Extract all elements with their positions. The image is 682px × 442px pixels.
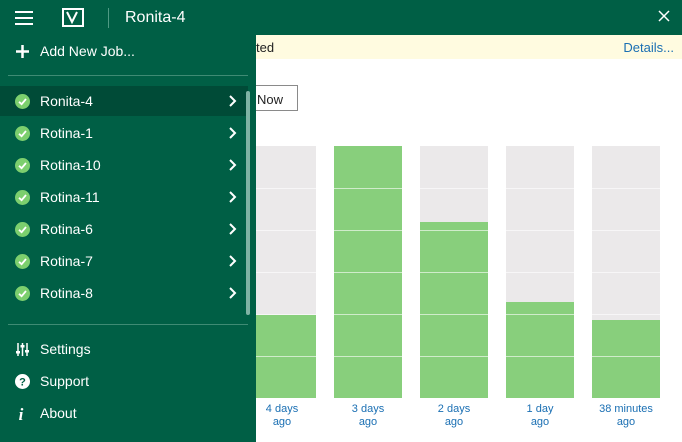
run-now-label: Now xyxy=(257,92,284,107)
chevron-right-icon xyxy=(229,255,237,267)
x-label-line: ago xyxy=(444,416,464,428)
close-icon xyxy=(658,10,670,22)
job-label: Rotina-6 xyxy=(40,221,93,237)
check-circle-icon xyxy=(15,190,30,205)
sidebar-item-support[interactable]: ? Support xyxy=(0,366,248,396)
chart-bar[interactable] xyxy=(420,222,488,398)
chart-x-tick-label: 3 days ago xyxy=(328,403,408,429)
sidebar-job-item[interactable]: Rotina-8 xyxy=(0,278,248,308)
hamburger-icon xyxy=(15,10,33,25)
details-link[interactable]: Details... xyxy=(623,40,674,55)
close-button[interactable] xyxy=(656,8,672,24)
add-new-job-button[interactable]: Add New Job... xyxy=(0,36,248,66)
job-label: Rotina-11 xyxy=(40,189,100,205)
title-bar: Ronita-4 xyxy=(0,0,682,35)
sidebar-scrollbar[interactable] xyxy=(246,91,250,315)
chevron-right-icon xyxy=(229,287,237,299)
check-circle-icon xyxy=(15,94,30,109)
job-label: Ronita-4 xyxy=(40,93,93,109)
chart-gridline xyxy=(256,356,676,357)
chart-bar[interactable] xyxy=(592,320,660,398)
plus-icon xyxy=(16,45,29,58)
sidebar-job-item[interactable]: Rotina-1 xyxy=(0,118,248,148)
check-circle-icon xyxy=(15,158,30,173)
chart-x-tick-label: 1 day ago xyxy=(500,403,580,429)
chart-x-tick-label: 38 minutes ago xyxy=(586,403,666,429)
check-circle-icon xyxy=(15,222,30,237)
sidebar-item-about[interactable]: i About xyxy=(0,398,248,428)
title-divider xyxy=(108,8,109,28)
chart-gridline xyxy=(256,188,676,189)
x-label-line: 2 days xyxy=(437,403,471,415)
chevron-right-icon xyxy=(229,191,237,203)
chart-gridline xyxy=(256,314,676,315)
sidebar-divider xyxy=(8,324,248,325)
chart-gridline xyxy=(256,272,676,273)
x-label-line: 38 minutes xyxy=(599,403,653,415)
job-label: Rotina-1 xyxy=(40,125,93,141)
sidebar-item-settings[interactable]: Settings xyxy=(0,334,248,364)
sidebar-job-item[interactable]: Rotina-6 xyxy=(0,214,248,244)
settings-sliders-icon xyxy=(16,343,29,356)
sidebar-job-item[interactable]: Ronita-4 xyxy=(0,86,248,116)
add-new-job-label: Add New Job... xyxy=(40,43,135,59)
banner-message: ted xyxy=(256,40,275,55)
chevron-right-icon xyxy=(229,223,237,235)
chevron-right-icon xyxy=(229,127,237,139)
chart-gridline xyxy=(256,230,676,231)
check-circle-icon xyxy=(15,126,30,141)
x-label-line: ago xyxy=(358,416,378,428)
window-title: Ronita-4 xyxy=(125,9,186,26)
svg-text:?: ? xyxy=(19,377,26,389)
job-label: Rotina-7 xyxy=(40,253,93,269)
sidebar-job-item[interactable]: Rotina-7 xyxy=(0,246,248,276)
chart-x-tick-label: 2 days ago xyxy=(414,403,494,429)
history-bar-chart xyxy=(256,146,676,398)
x-label-line: ago xyxy=(530,416,550,428)
job-label: Rotina-8 xyxy=(40,285,93,301)
support-label: Support xyxy=(40,373,90,389)
x-label-line: 3 days xyxy=(351,403,385,415)
job-label: Rotina-10 xyxy=(40,157,101,173)
hamburger-menu-button[interactable] xyxy=(0,0,48,35)
chevron-right-icon xyxy=(229,95,237,107)
sidebar-job-item[interactable]: Rotina-11 xyxy=(0,182,248,212)
sidebar-divider xyxy=(8,75,248,76)
sidebar-job-item[interactable]: Rotina-10 xyxy=(0,150,248,180)
x-label-line: ago xyxy=(616,416,636,428)
check-circle-icon xyxy=(15,286,30,301)
chevron-right-icon xyxy=(229,159,237,171)
info-icon: i xyxy=(19,406,24,421)
settings-label: Settings xyxy=(40,341,91,357)
navigation-sidebar: Add New Job... Ronita-4 Rotina-1 Rotina-10… xyxy=(0,35,256,442)
question-icon: ? xyxy=(15,374,30,389)
x-label-line: 1 day xyxy=(526,403,554,415)
svg-text:i: i xyxy=(19,406,24,421)
app-logo-icon xyxy=(62,8,84,27)
chart-bar[interactable] xyxy=(506,302,574,398)
status-banner: ted Details... xyxy=(256,35,682,59)
check-circle-icon xyxy=(15,254,30,269)
about-label: About xyxy=(40,405,77,421)
